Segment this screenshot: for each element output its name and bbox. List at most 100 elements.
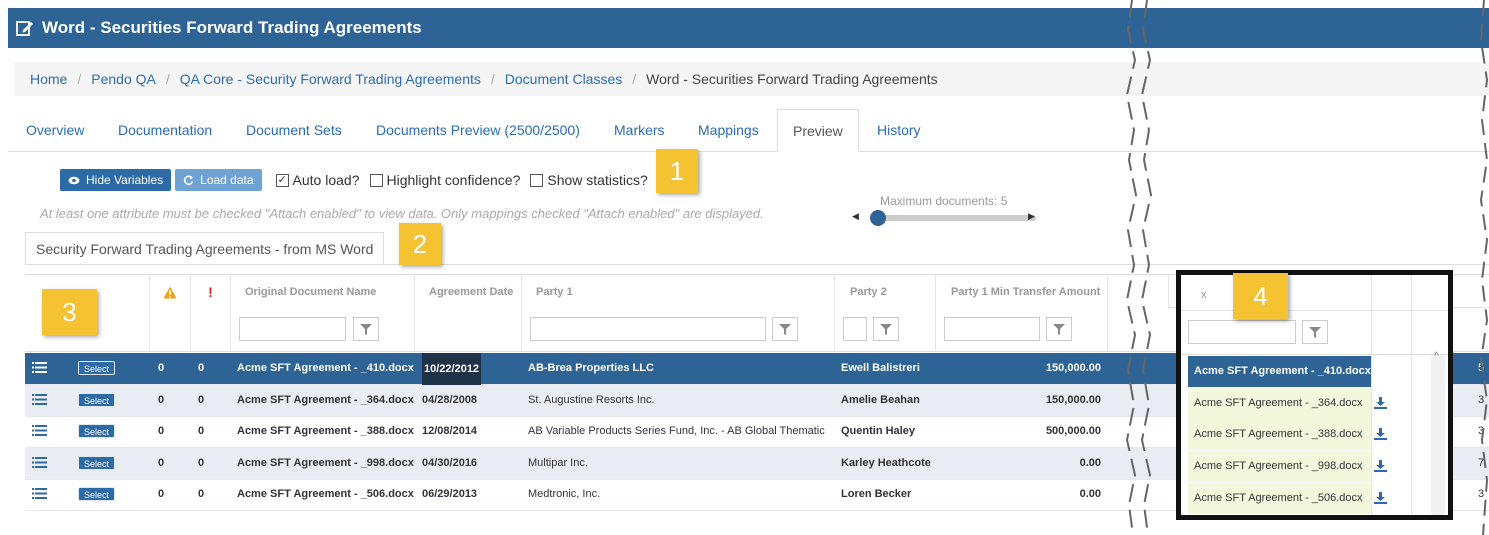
error-count: 0 [198, 425, 205, 438]
panel4-document-name: Acme SFT Agreement - _506.docx [1188, 482, 1371, 514]
auto-load-checkbox[interactable]: ✓ Auto load? [275, 172, 360, 188]
torn-edge-right [1140, 0, 1153, 535]
torn-edge-left [1125, 0, 1138, 535]
tab-documentation[interactable]: Documentation [118, 109, 212, 152]
header-agreement-date[interactable]: Agreement Date [415, 275, 522, 309]
download-icon[interactable] [1374, 364, 1387, 382]
filter-original-name-button[interactable] [353, 317, 379, 341]
agreement-date[interactable]: 04/30/2016 [422, 448, 477, 480]
agreement-date[interactable]: 10/22/2012 [422, 353, 482, 385]
header-p1-min-transfer[interactable]: Party 1 Min Transfer Amount [936, 275, 1108, 309]
slider-knob[interactable] [870, 210, 886, 226]
show-statistics-box[interactable] [530, 173, 544, 187]
panel4-row[interactable]: Acme SFT Agreement - _506.docx [1188, 482, 1431, 515]
download-icon[interactable] [1374, 427, 1387, 445]
party2-value: Ewell Balistreri [841, 362, 920, 374]
original-document-name: Acme SFT Agreement - _410.docx [237, 362, 414, 374]
panel4-row[interactable]: Acme SFT Agreement - _998.docx [1188, 451, 1431, 483]
filter-party1-button[interactable] [772, 317, 798, 341]
header-warning [150, 275, 191, 309]
panel4-document-name: Acme SFT Agreement - _364.docx [1188, 387, 1371, 419]
attach-note: At least one attribute must be checked "… [40, 206, 764, 221]
agreement-date[interactable]: 12/08/2014 [422, 416, 477, 448]
app-window: Word - Securities Forward Trading Agreem… [0, 0, 1489, 535]
tab-overview[interactable]: Overview [26, 109, 84, 152]
party2-value: Karley Heathcote [841, 456, 931, 469]
row-select-button[interactable]: Select [78, 361, 116, 375]
party1-value: AB Variable Products Series Fund, Inc. -… [528, 425, 825, 438]
highlight-confidence-box[interactable] [369, 173, 383, 187]
header-original-name[interactable]: Original Document Name [231, 275, 415, 309]
slider-track[interactable] [876, 215, 1036, 221]
panel4-row[interactable]: Acme SFT Agreement - _388.docx [1188, 419, 1431, 451]
highlight-confidence-label: Highlight confidence? [386, 172, 521, 188]
edit-icon [16, 21, 33, 36]
breadcrumb: Home / Pendo QA / QA Core - Security For… [14, 62, 1489, 96]
subtab-ms-word[interactable]: Security Forward Trading Agreements - fr… [25, 232, 385, 264]
filter-original-name-input[interactable] [239, 317, 346, 341]
warning-count: 0 [158, 362, 165, 374]
breadcrumb-qa-core[interactable]: QA Core - Security Forward Trading Agree… [180, 71, 481, 87]
panel4-filter-input[interactable] [1188, 320, 1296, 344]
row-select-button[interactable]: Select [78, 487, 116, 502]
download-icon[interactable] [1374, 459, 1387, 477]
slider-left-arrow-icon[interactable]: ◀ [852, 211, 859, 222]
tab-history[interactable]: History [877, 109, 921, 152]
tab-mappings[interactable]: Mappings [698, 109, 759, 152]
eye-icon [68, 176, 80, 184]
p1-min-transfer-value: 500,000.00 [1045, 425, 1101, 438]
panel4-scrollbar[interactable]: ^ [1431, 351, 1445, 515]
auto-load-label: Auto load? [292, 172, 360, 188]
filter-p1-min-button[interactable] [1046, 317, 1072, 341]
row-details-icon[interactable] [32, 393, 47, 408]
tab-markers[interactable]: Markers [614, 109, 665, 152]
max-documents-slider[interactable]: Maximum documents: 5 ◀ ▶ [852, 194, 1042, 228]
slider-right-arrow-icon[interactable]: ▶ [1028, 211, 1035, 222]
load-data-button[interactable]: Load data [175, 169, 262, 191]
filter-party2-button[interactable] [873, 317, 899, 341]
filter-icon [880, 323, 892, 335]
p1-min-transfer-value: 0.00 [1079, 456, 1101, 469]
filter-p1-min-input[interactable] [944, 317, 1040, 341]
panel4-filter-row [1181, 311, 1448, 355]
auto-load-check-mark[interactable]: ✓ [275, 173, 289, 187]
row-details-icon[interactable] [32, 425, 47, 439]
party2-value: Loren Becker [841, 488, 912, 501]
panel4-filter-button[interactable] [1302, 320, 1328, 344]
breadcrumb-document-classes[interactable]: Document Classes [505, 71, 623, 87]
load-data-label: Load data [200, 173, 254, 187]
header-party2[interactable]: Party 2 [835, 275, 936, 309]
filter-party1-input[interactable] [530, 317, 766, 341]
tab-document-sets[interactable]: Document Sets [246, 109, 342, 152]
tab-documents-preview[interactable]: Documents Preview (2500/2500) [376, 109, 580, 152]
row-details-icon[interactable] [32, 488, 47, 502]
panel4-header-x[interactable]: x [1201, 289, 1207, 301]
breadcrumb-pendo-qa[interactable]: Pendo QA [91, 71, 156, 87]
header-party1[interactable]: Party 1 [522, 275, 835, 309]
highlight-confidence-checkbox[interactable]: Highlight confidence? [369, 172, 521, 188]
scroll-up-icon[interactable]: ^ [1434, 351, 1439, 362]
party1-value: St. Augustine Resorts Inc. [528, 393, 655, 406]
error-count: 0 [198, 393, 205, 406]
agreement-date[interactable]: 06/29/2013 [422, 479, 477, 511]
party2-value: Quentin Haley [841, 425, 915, 438]
hide-variables-button[interactable]: Hide Variables [60, 169, 172, 191]
panel4-row[interactable]: Acme SFT Agreement - _410.docx [1188, 356, 1431, 388]
filter-party2-input[interactable] [843, 317, 867, 341]
row-select-button[interactable]: Select [78, 392, 116, 407]
row-details-icon[interactable] [32, 456, 47, 471]
agreement-date[interactable]: 04/28/2008 [422, 385, 477, 417]
panel4-row[interactable]: Acme SFT Agreement - _364.docx [1188, 387, 1431, 420]
show-statistics-checkbox[interactable]: Show statistics? [530, 172, 648, 188]
warning-icon [163, 286, 177, 299]
row-details-icon[interactable] [32, 362, 47, 376]
row-select-button[interactable]: Select [78, 455, 116, 470]
download-icon[interactable] [1374, 491, 1387, 509]
tab-preview[interactable]: Preview [777, 109, 859, 152]
download-icon[interactable] [1374, 396, 1387, 414]
tab-bar: Overview Documentation Document Sets Doc… [8, 109, 1489, 152]
row-select-button[interactable]: Select [78, 424, 116, 439]
breadcrumb-home[interactable]: Home [30, 71, 67, 87]
filter-icon [360, 323, 372, 335]
party1-value: Medtronic, Inc. [528, 488, 601, 501]
